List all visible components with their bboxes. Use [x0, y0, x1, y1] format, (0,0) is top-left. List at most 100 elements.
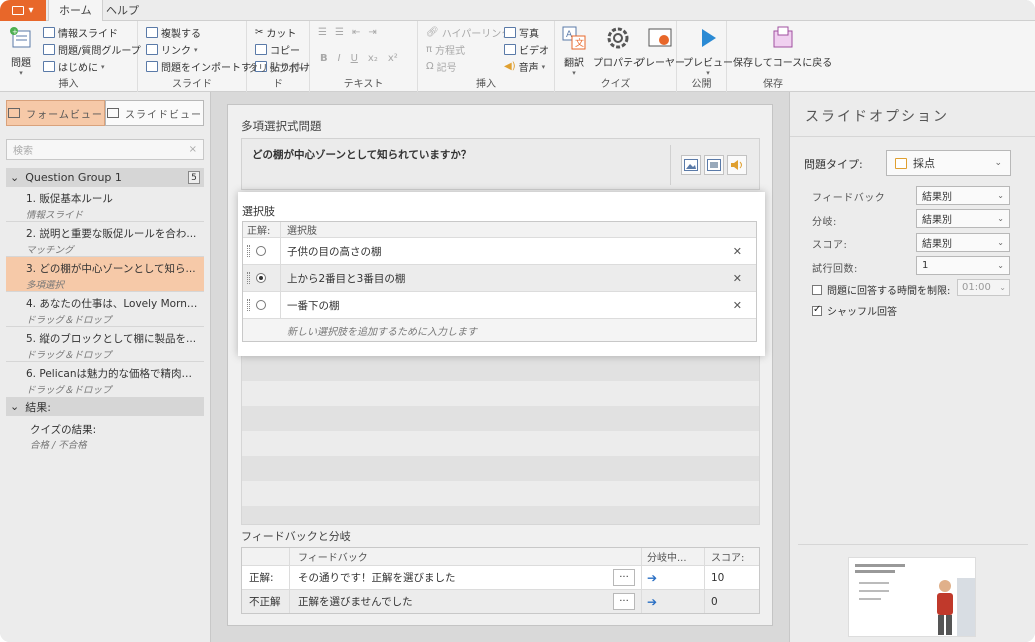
intro-button[interactable]: はじめに ▾: [43, 59, 105, 74]
question-text-box[interactable]: どの棚が中心ゾーンとして知られていますか？: [241, 138, 760, 190]
delete-choice-icon[interactable]: ✕: [733, 272, 742, 285]
chevron-down-icon: ⌄: [994, 158, 1002, 168]
branch-cell[interactable]: ➔: [642, 566, 705, 589]
search-input[interactable]: 検索 ×: [6, 139, 204, 160]
chevron-down-icon[interactable]: ⌄: [10, 171, 19, 184]
duplicate-button[interactable]: 複製する: [146, 25, 201, 40]
slide-item[interactable]: 4. あなたの仕事は、Lovely Morni... ドラッグ＆ドロップ: [6, 292, 204, 327]
link-button[interactable]: リンク ▾: [146, 42, 198, 57]
branching-select[interactable]: 結果別 ⌄: [916, 209, 1010, 228]
feedback-text[interactable]: 正解を選びませんでした ···: [290, 590, 642, 613]
delete-choice-icon[interactable]: ✕: [733, 245, 742, 258]
equation-button[interactable]: π 方程式: [426, 42, 465, 57]
checkbox-checked[interactable]: [812, 304, 822, 316]
slide-item[interactable]: 6. Pelicanは魅力的な価格で精肉を... ドラッグ＆ドロップ: [6, 362, 204, 397]
correct-radio-selected[interactable]: [256, 273, 266, 283]
group-label: 挿入: [58, 79, 79, 90]
symbol-button[interactable]: Ω 記号: [426, 59, 457, 74]
correct-radio[interactable]: [256, 246, 266, 256]
score-cell[interactable]: 0: [705, 590, 759, 613]
question-group-header[interactable]: ⌄ Question Group 1 5: [6, 168, 204, 187]
italic-button[interactable]: I: [338, 53, 341, 64]
time-limit-input[interactable]: 01:00 ⌄: [957, 279, 1010, 296]
score-cell[interactable]: 10: [705, 566, 759, 589]
player-icon: [648, 28, 672, 47]
group-count-badge: 5: [188, 171, 200, 184]
insert-video-button[interactable]: [704, 155, 724, 175]
photo-icon: [504, 27, 516, 38]
ribbon-group-save: 保存してコースに戻る 保存: [727, 21, 832, 92]
view-toggle: フォームビュー スライドビュー: [6, 100, 204, 126]
form-view-button[interactable]: フォームビュー: [6, 100, 105, 126]
slide-item[interactable]: 1. 販促基本ルール 情報スライド: [6, 187, 204, 222]
add-choice-input[interactable]: 新しい選択肢を追加するために入力します: [243, 318, 756, 341]
choices-title: 選択肢: [242, 205, 275, 218]
audio-button[interactable]: ◀) 音声 ▾: [504, 59, 545, 74]
choice-row[interactable]: 子供の目の高さの棚 ✕: [243, 237, 756, 264]
correct-radio[interactable]: [256, 300, 266, 310]
question-button[interactable]: + 問題 ▾: [8, 25, 34, 77]
results-item[interactable]: クイズの結果: 合格 / 不合格: [6, 416, 204, 452]
drag-handle-icon[interactable]: [247, 299, 250, 311]
bold-button[interactable]: B: [320, 53, 328, 64]
subscript-button[interactable]: x₂: [368, 53, 378, 64]
info-slide-button[interactable]: 情報スライド: [43, 25, 118, 40]
drag-handle-icon[interactable]: [247, 245, 250, 257]
save-return-button[interactable]: 保存してコースに戻る: [733, 25, 832, 69]
app-menu-button[interactable]: ▾: [0, 0, 46, 21]
copy-button[interactable]: コピー: [255, 42, 300, 57]
choice-row[interactable]: 一番下の棚 ✕: [243, 291, 756, 318]
more-options-button[interactable]: ···: [613, 593, 635, 610]
slide-view-button[interactable]: スライドビュー: [105, 100, 204, 126]
panel-title: スライドオプション: [805, 109, 949, 125]
time-limit-checkbox[interactable]: 問題に回答する時間を制限:: [812, 282, 950, 297]
photo-button[interactable]: 写真: [504, 25, 539, 40]
underline-button[interactable]: U: [351, 53, 358, 64]
hyperlink-button[interactable]: 🔗︎ ハイパーリンク: [426, 25, 511, 40]
slide-view-icon: [107, 108, 119, 118]
choice-text[interactable]: 子供の目の高さの棚: [281, 244, 756, 259]
insert-audio-button[interactable]: [727, 155, 747, 175]
numbered-list-icon[interactable]: ☰: [335, 27, 344, 38]
group-label: スライド: [172, 79, 212, 90]
import-icon: [146, 61, 158, 72]
question-type-select[interactable]: 採点 ⌄: [886, 150, 1011, 176]
feedback-select[interactable]: 結果別 ⌄: [916, 186, 1010, 205]
clear-icon[interactable]: ×: [189, 144, 197, 155]
tab-help[interactable]: ヘルプ: [96, 0, 149, 21]
attempts-select[interactable]: 1 ⌄: [916, 256, 1010, 275]
cut-button[interactable]: ✂ カット: [255, 25, 296, 40]
results-group-header[interactable]: ⌄ 結果:: [6, 397, 204, 416]
choice-text[interactable]: 上から2番目と3番目の棚: [281, 271, 756, 286]
video-button[interactable]: ビデオ: [504, 42, 549, 57]
shuffle-checkbox[interactable]: シャッフル回答: [812, 303, 897, 318]
score-select[interactable]: 結果別 ⌄: [916, 233, 1010, 252]
import-questions-button[interactable]: 問題をインポートする: [146, 59, 261, 74]
slide-item-selected[interactable]: 3. どの棚が中心ゾーンとして知ら... 多項選択: [6, 257, 204, 292]
choice-row[interactable]: 上から2番目と3番目の棚 ✕: [243, 264, 756, 291]
choice-text[interactable]: 一番下の棚: [281, 298, 756, 313]
branch-cell[interactable]: ➔: [642, 590, 705, 613]
chevron-down-icon[interactable]: ⌄: [10, 400, 19, 413]
tab-home[interactable]: ホーム: [48, 0, 103, 22]
question-card: 多項選択式問題 どの棚が中心ゾーンとして知られていますか？ フィードバックと分岐…: [227, 104, 773, 626]
preview-button[interactable]: プレビュー ▾: [683, 25, 733, 77]
insert-picture-button[interactable]: [681, 155, 701, 175]
list-buttons: ☰ ☰ ⇤ ⇥: [318, 27, 377, 38]
checkbox[interactable]: [812, 284, 822, 295]
slide-item[interactable]: 2. 説明と重要な販促ルールを合わ... マッチング: [6, 222, 204, 257]
translate-button[interactable]: A文 翻訳 ▾: [561, 25, 587, 77]
delete-choice-icon[interactable]: ✕: [733, 299, 742, 312]
bullet-list-icon[interactable]: ☰: [318, 27, 327, 38]
more-options-button[interactable]: ···: [613, 569, 635, 586]
superscript-button[interactable]: x²: [388, 53, 398, 64]
feedback-text[interactable]: その通りです！正解を選びました ···: [290, 566, 642, 589]
indent-icon[interactable]: ⇥: [368, 27, 376, 38]
drag-handle-icon[interactable]: [247, 272, 250, 284]
outdent-icon[interactable]: ⇤: [352, 27, 360, 38]
ribbon-group-clipboard: ✂ カット コピー 貼り付け クリップボード: [247, 21, 310, 92]
question-group-button[interactable]: 問題/質問グループ: [43, 42, 141, 57]
slide-item[interactable]: 5. 縦のブロックとして棚に製品を... ドラッグ＆ドロップ: [6, 327, 204, 362]
slide-thumbnail[interactable]: [848, 557, 976, 637]
intro-icon: [43, 61, 55, 72]
